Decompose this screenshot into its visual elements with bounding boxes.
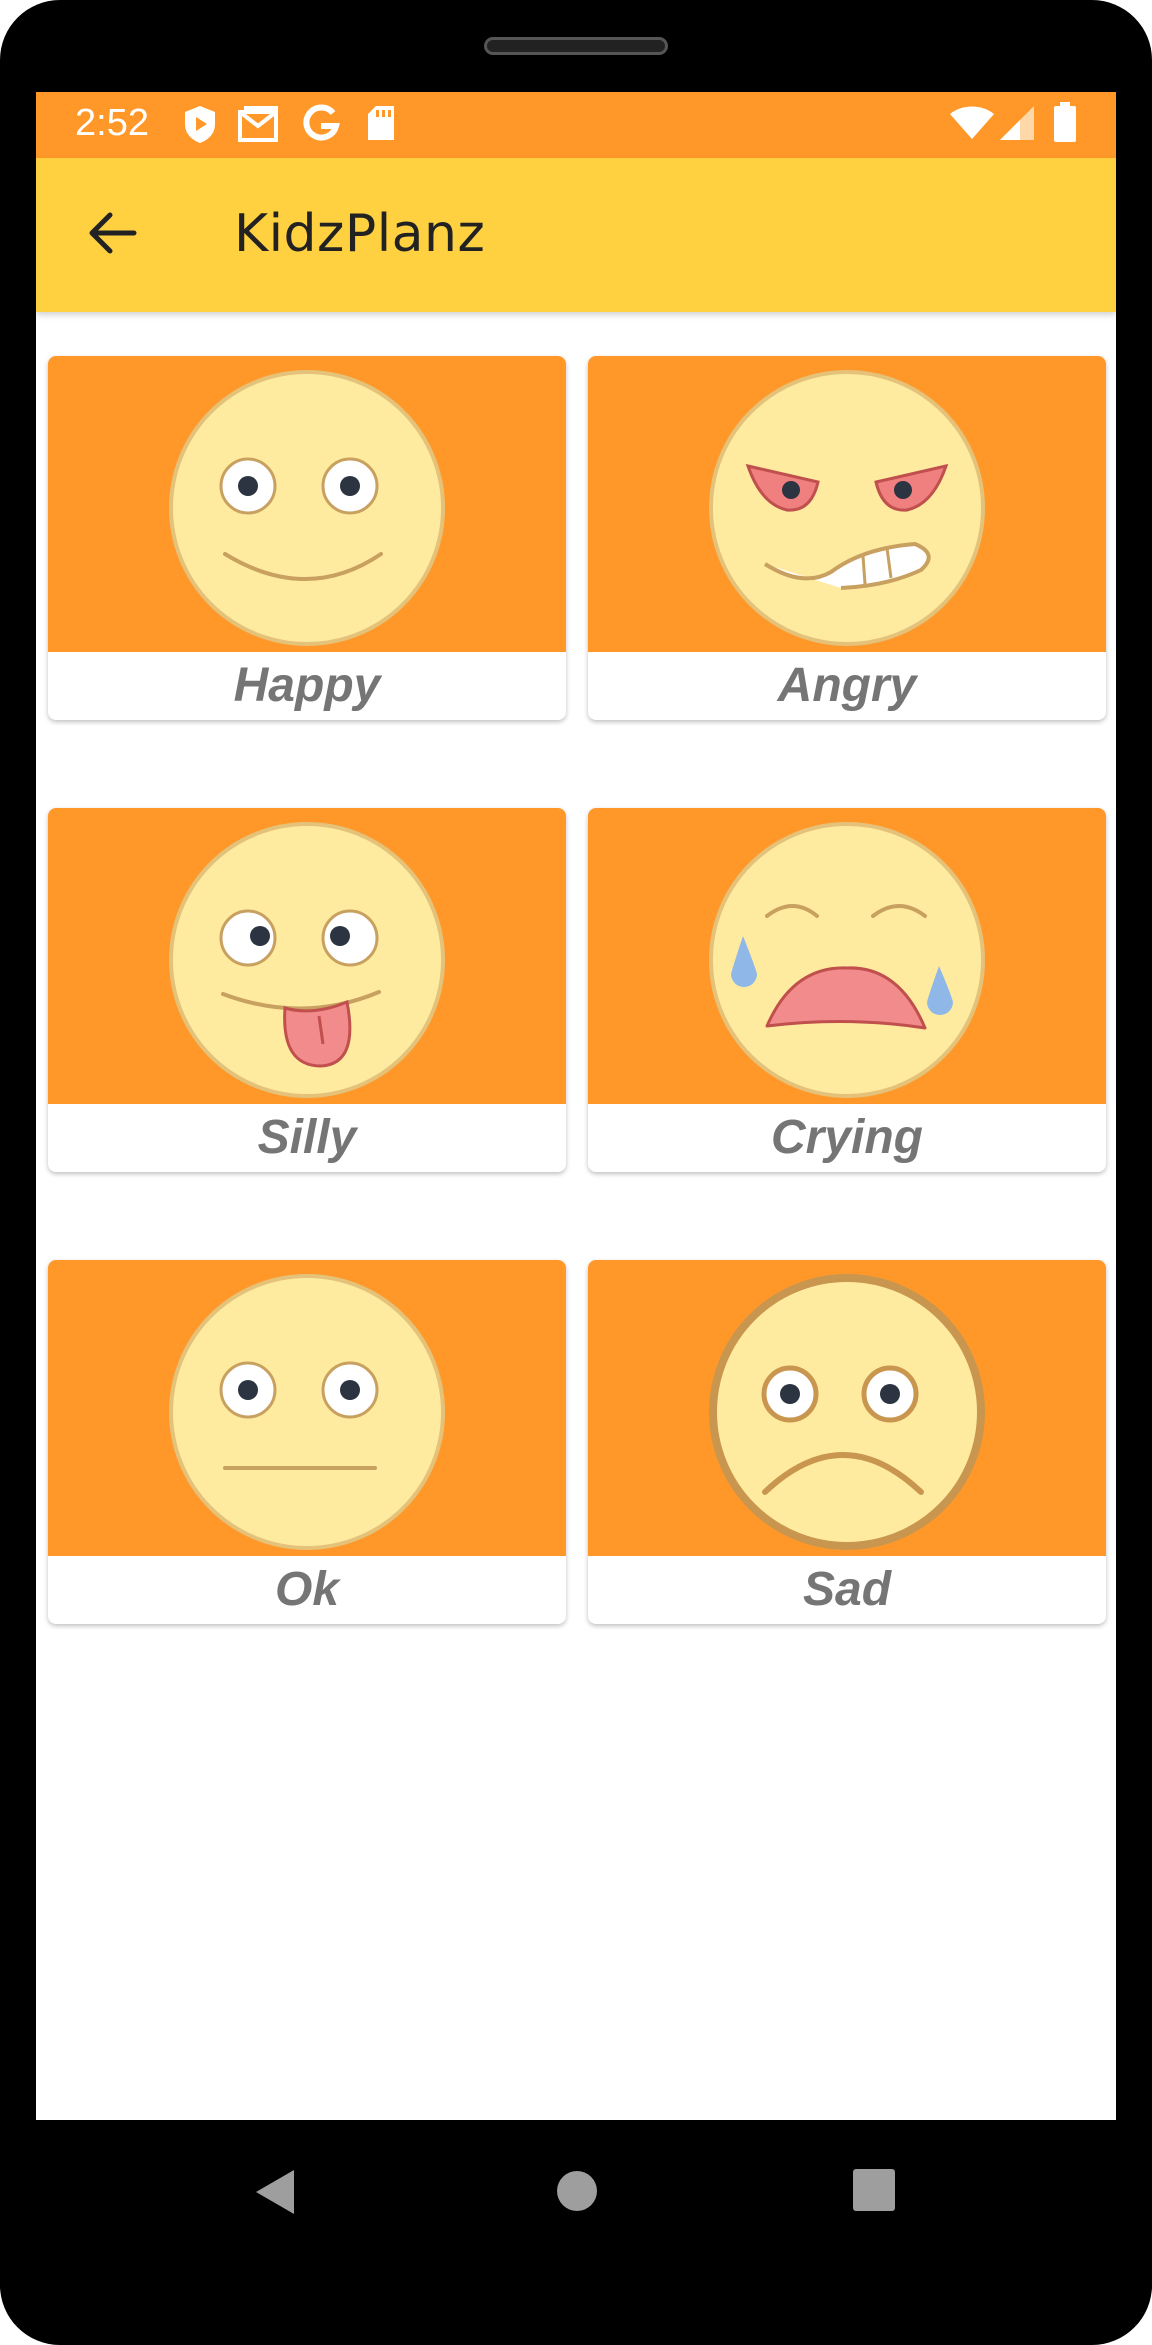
crying-face-icon (709, 822, 985, 1098)
google-icon (302, 104, 340, 147)
mood-label: Silly (257, 1111, 357, 1164)
play-protect-icon (182, 104, 218, 149)
recents-nav-icon[interactable] (852, 2168, 896, 2217)
app-title: KidzPlanz (234, 204, 486, 264)
mood-label: Ok (274, 1563, 340, 1616)
mood-image (48, 356, 566, 652)
mood-image (48, 1260, 566, 1556)
sad-face-icon (709, 1274, 985, 1550)
arrow-back-icon (88, 211, 138, 260)
phone-frame: 2:52 KidzPlanz Happy Angry Silly Crying … (0, 0, 1152, 2345)
mood-label: Angry (777, 659, 917, 712)
mood-image (588, 356, 1106, 652)
neutral-face-icon (169, 1274, 445, 1550)
mood-image (588, 808, 1106, 1104)
phone-speaker (484, 37, 668, 55)
sd-card-icon (366, 104, 396, 147)
signal-icon (1000, 106, 1036, 145)
mood-label: Happy (233, 659, 381, 712)
gmail-icon (238, 104, 280, 147)
mood-card-crying[interactable]: Crying (588, 808, 1106, 1172)
navigation-bar (0, 2120, 1152, 2290)
mood-image (48, 808, 566, 1104)
back-nav-icon[interactable] (254, 2168, 296, 2221)
status-bar: 2:52 (36, 92, 1116, 158)
home-nav-icon[interactable] (556, 2170, 598, 2217)
happy-face-icon (169, 370, 445, 646)
mood-label: Crying (770, 1111, 923, 1164)
back-button[interactable] (76, 198, 150, 272)
screen: 2:52 KidzPlanz Happy Angry Silly Crying … (36, 92, 1116, 2120)
mood-card-happy[interactable]: Happy (48, 356, 566, 720)
mood-card-sad[interactable]: Sad (588, 1260, 1106, 1624)
battery-icon (1054, 102, 1076, 147)
angry-face-icon (709, 370, 985, 646)
silly-face-icon (169, 822, 445, 1098)
mood-label: Sad (802, 1563, 892, 1616)
app-bar: KidzPlanz (36, 158, 1116, 312)
mood-card-angry[interactable]: Angry (588, 356, 1106, 720)
wifi-icon (950, 106, 994, 145)
status-time: 2:52 (75, 102, 149, 144)
mood-image (588, 1260, 1106, 1556)
mood-card-silly[interactable]: Silly (48, 808, 566, 1172)
mood-card-ok[interactable]: Ok (48, 1260, 566, 1624)
